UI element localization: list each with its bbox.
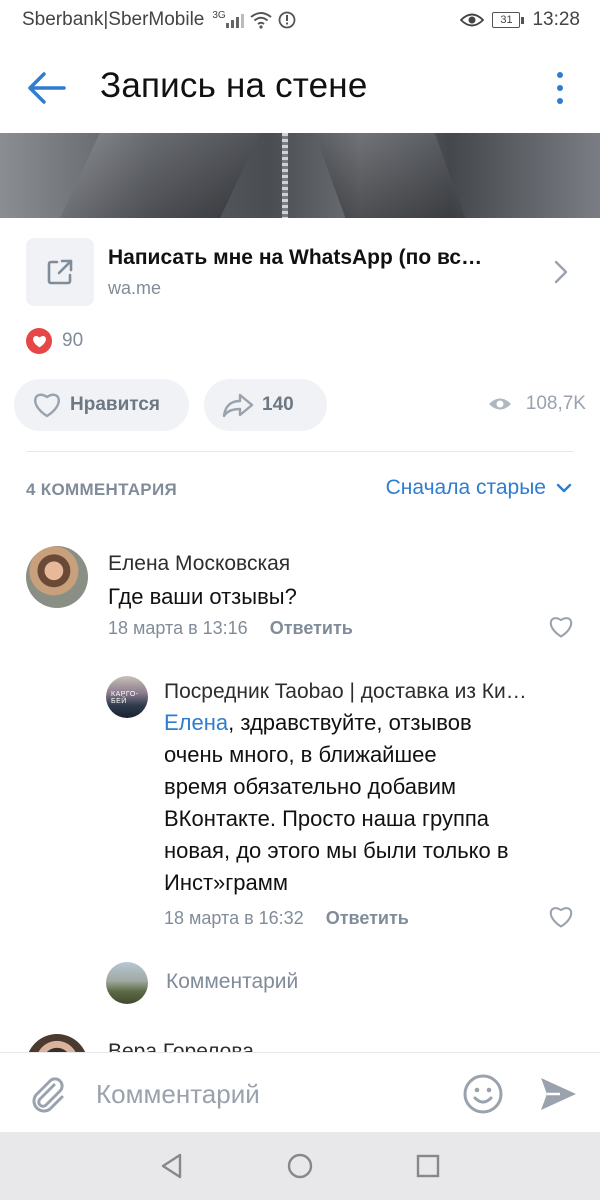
comments-count: 4 КОММЕНТАРИЯ <box>26 480 177 499</box>
share-button[interactable]: 140 <box>204 379 327 431</box>
divider <box>26 451 574 452</box>
sort-label: Сначала старые <box>385 476 546 499</box>
heart-outline-icon[interactable] <box>548 905 574 929</box>
reply-button[interactable]: Ответить <box>270 618 353 639</box>
signal-icon <box>225 12 244 28</box>
post-photo[interactable] <box>0 133 600 218</box>
heart-icon <box>26 328 52 354</box>
heart-outline-icon <box>34 393 60 418</box>
paperclip-icon[interactable] <box>28 1073 66 1113</box>
views-count: 108,7K <box>525 393 586 414</box>
wifi-icon <box>250 12 272 29</box>
avatar[interactable]: КАРГО-БЕЙ <box>106 676 148 718</box>
reactions-count: 90 <box>62 330 84 351</box>
link-domain: wa.me <box>108 277 162 298</box>
system-nav-bar <box>0 1132 600 1200</box>
more-vertical-icon[interactable] <box>553 72 567 104</box>
home-circle-icon[interactable] <box>286 1152 314 1180</box>
eye-icon <box>488 398 511 410</box>
comment-date: 18 марта в 16:32 <box>164 908 304 928</box>
chevron-right-icon <box>554 260 568 284</box>
comment-text: Где ваши отзывы? <box>108 584 297 609</box>
avatar[interactable] <box>26 546 88 608</box>
mention-link[interactable]: Елена <box>164 710 228 735</box>
page-title: Запись на стене <box>100 66 368 105</box>
like-button[interactable]: Нравится <box>14 379 189 431</box>
arrow-left-icon[interactable] <box>26 70 66 106</box>
sort-dropdown[interactable]: Сначала старые <box>386 476 572 500</box>
comment-meta: 18 марта в 16:32 Ответить <box>164 908 409 929</box>
link-title: Написать мне на WhatsApp (по вс… <box>108 245 483 269</box>
battery-icon: 31 <box>492 12 525 28</box>
comment-input[interactable]: Комментарий <box>96 1079 260 1110</box>
like-label: Нравится <box>70 394 160 415</box>
comment-meta: 18 марта в 13:16 Ответить <box>108 618 353 639</box>
comment-composer: Комментарий <box>0 1052 600 1132</box>
avatar <box>106 962 148 1004</box>
comment-author[interactable]: Елена Московская <box>108 552 290 576</box>
reactions-summary[interactable]: 90 <box>26 328 83 354</box>
share-count: 140 <box>262 394 294 415</box>
link-attachment[interactable]: Написать мне на WhatsApp (по вс… wa.me <box>26 238 576 306</box>
carrier-label: Sberbank|SberMobile <box>22 9 205 30</box>
comment-author[interactable]: Посредник Taobao | доставка из Ки… <box>164 680 574 704</box>
send-icon[interactable] <box>538 1075 578 1113</box>
alert-icon <box>278 11 296 29</box>
share-icon <box>222 393 254 418</box>
smile-icon[interactable] <box>462 1073 504 1115</box>
external-link-icon <box>26 238 94 306</box>
reply-button[interactable]: Ответить <box>326 908 409 929</box>
recents-square-icon[interactable] <box>414 1152 442 1180</box>
chevron-down-icon <box>556 483 572 493</box>
comment-date: 18 марта в 13:16 <box>108 618 248 638</box>
views-counter: 108,7K <box>488 393 586 415</box>
status-bar: Sberbank|SberMobile 3G 31 13:28 <box>0 0 600 40</box>
eye-icon <box>460 13 485 27</box>
thread-reply-input[interactable]: Комментарий <box>166 970 298 994</box>
app-bar: Запись на стене <box>0 40 600 134</box>
network-indicator: 3G <box>210 10 244 28</box>
comment-text: Елена, здравствуйте, отзывов очень много… <box>164 710 509 895</box>
back-triangle-icon[interactable] <box>158 1152 186 1180</box>
clock: 13:28 <box>532 9 580 30</box>
heart-outline-icon[interactable] <box>548 615 574 639</box>
